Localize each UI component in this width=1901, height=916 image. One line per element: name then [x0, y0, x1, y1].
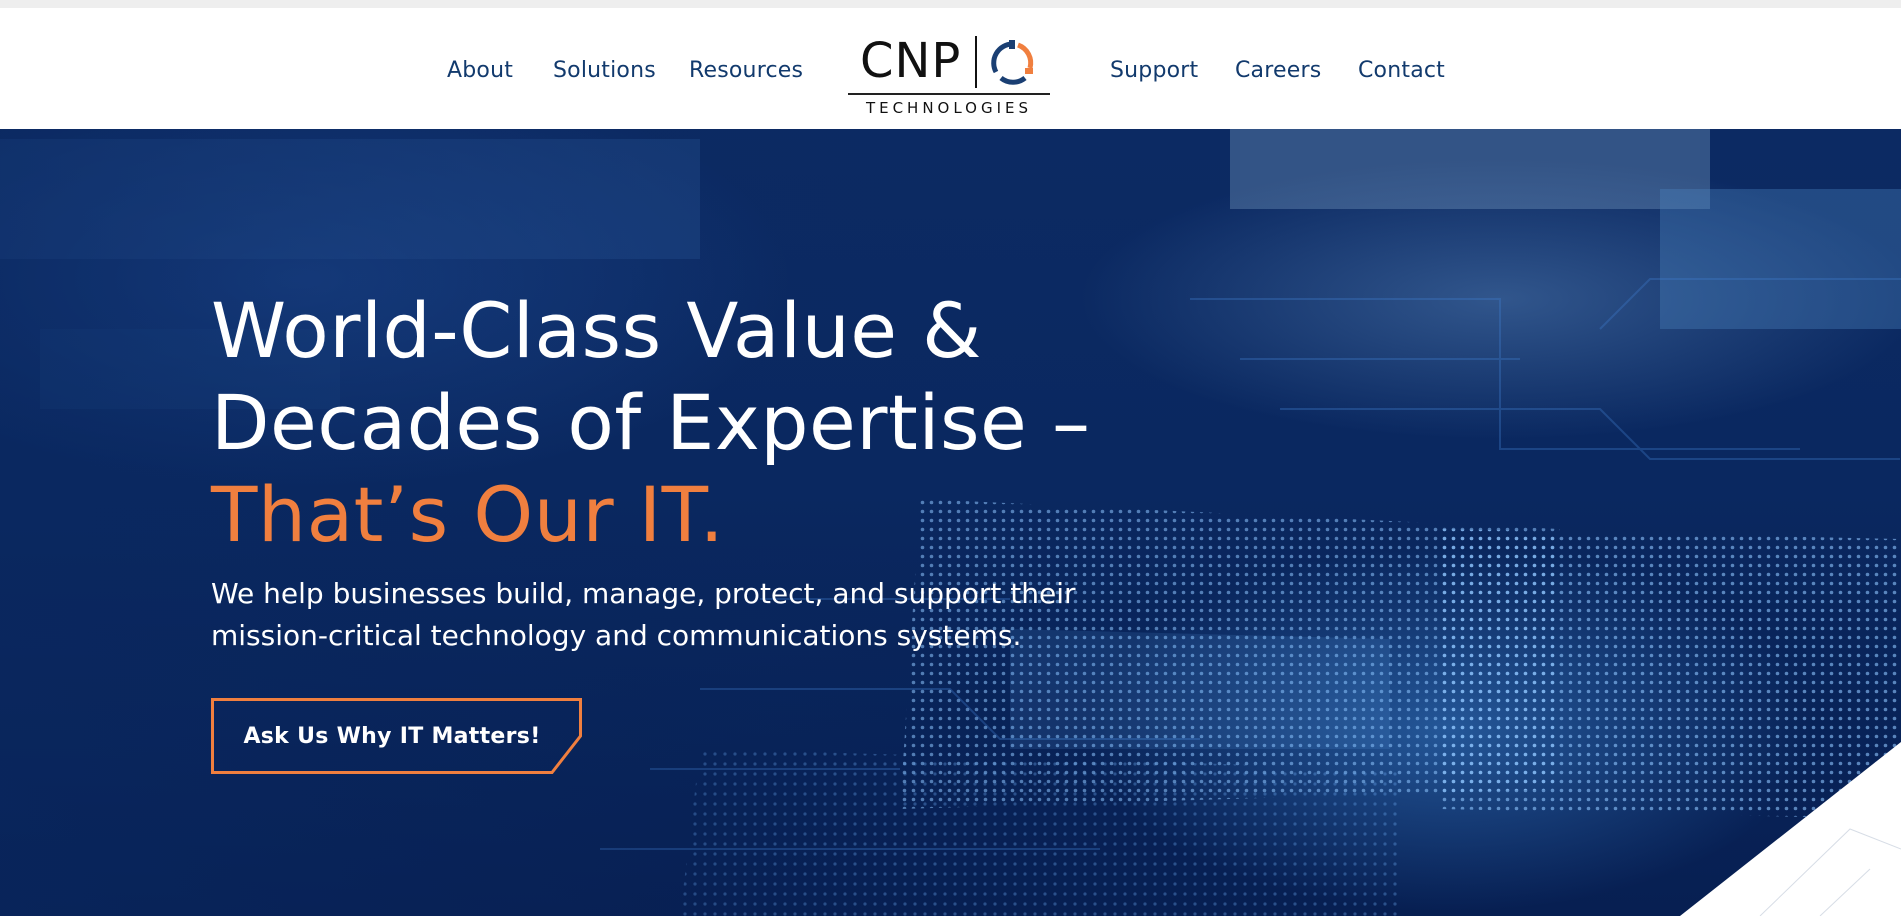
nav-support[interactable]: Support [1110, 58, 1198, 83]
headline-line-2: Decades of Expertise – [211, 378, 1091, 467]
cta-label: Ask Us Why IT Matters! [243, 723, 541, 749]
cnp-ring-logo-icon [991, 40, 1034, 85]
nav-solutions[interactable]: Solutions [553, 58, 656, 83]
top-strip [0, 0, 1901, 8]
logo-rule [848, 93, 1050, 95]
headline-line-1: World-Class Value & [211, 286, 982, 375]
nav-about[interactable]: About [447, 58, 513, 83]
logo-wordmark: CNP [860, 33, 962, 89]
site-header: About Solutions Resources CNP TECHNOLOGI… [0, 8, 1901, 129]
nav-contact[interactable]: Contact [1358, 58, 1445, 83]
hero-subtext: We help businesses build, manage, protec… [211, 577, 1076, 652]
cnp-logo[interactable]: CNP TECHNOLOGIES [848, 28, 1050, 124]
hero-headline: World-Class Value & Decades of Expertise… [211, 285, 1090, 561]
logo-subtitle: TECHNOLOGIES [865, 99, 1033, 117]
ask-us-cta-button[interactable]: Ask Us Why IT Matters! [211, 698, 582, 774]
nav-resources[interactable]: Resources [689, 58, 803, 83]
hero-section: World-Class Value & Decades of Expertise… [0, 129, 1901, 916]
nav-careers[interactable]: Careers [1235, 58, 1321, 83]
headline-accent: That’s Our IT. [211, 470, 725, 559]
logo-divider [975, 36, 977, 88]
